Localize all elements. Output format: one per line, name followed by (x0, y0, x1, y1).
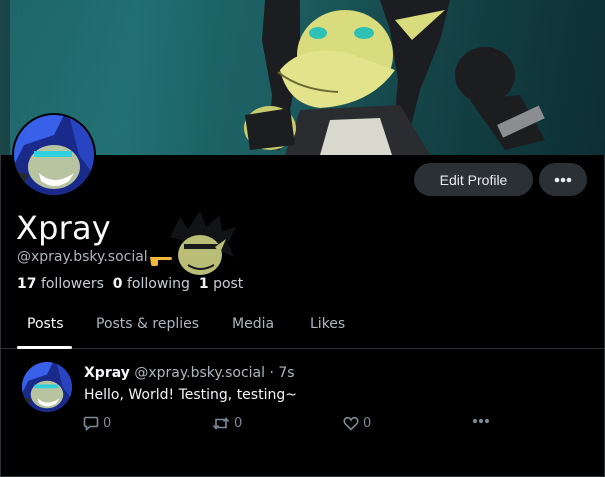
post-text: Hello, World! Testing, testing~ (84, 387, 297, 403)
avatar-artwork (22, 362, 72, 412)
sticker-icon (170, 211, 236, 275)
heart-icon (343, 416, 359, 431)
banner-artwork (244, 0, 545, 155)
posts-stat: 1 post (198, 276, 244, 292)
more-icon (472, 418, 490, 424)
profile-tabs: Posts Posts & replies Media Likes (0, 306, 605, 349)
profile-stats: 17 followers 0 following 1 post (17, 276, 243, 292)
more-options-button[interactable] (539, 163, 587, 196)
profile-handle: @xpray.bsky.social (17, 249, 148, 265)
post-author-avatar[interactable] (22, 362, 72, 412)
reply-count: 0 (103, 416, 112, 431)
reply-icon (83, 416, 99, 431)
post-more-button[interactable] (472, 418, 490, 424)
avatar-artwork (14, 115, 94, 195)
tab-posts-replies[interactable]: Posts & replies (96, 316, 199, 332)
like-button[interactable]: 0 (343, 416, 371, 431)
tab-likes[interactable]: Likes (310, 316, 345, 332)
more-icon (554, 177, 572, 182)
post-author-name[interactable]: Xpray (84, 365, 130, 381)
tab-media[interactable]: Media (232, 316, 274, 332)
profile-avatar[interactable] (12, 113, 96, 197)
post-timestamp[interactable]: 7s (278, 365, 294, 381)
following-stat[interactable]: 0 following (113, 276, 190, 292)
repost-icon (212, 417, 230, 430)
active-tab-indicator (17, 346, 72, 349)
repost-count: 0 (234, 416, 243, 431)
followers-stat[interactable]: 17 followers (17, 276, 104, 292)
reply-button[interactable]: 0 (83, 416, 111, 431)
display-name: Xpray (16, 209, 111, 247)
edit-profile-button[interactable]: Edit Profile (414, 163, 533, 196)
post-header: Xpray @xpray.bsky.social · 7s (84, 365, 295, 381)
profile-banner[interactable] (0, 0, 605, 155)
post-separator: · (269, 365, 274, 381)
like-count: 0 (363, 416, 372, 431)
repost-button[interactable]: 0 (212, 416, 242, 431)
tab-posts[interactable]: Posts (27, 316, 64, 332)
post-author-handle[interactable]: @xpray.bsky.social (134, 365, 265, 381)
